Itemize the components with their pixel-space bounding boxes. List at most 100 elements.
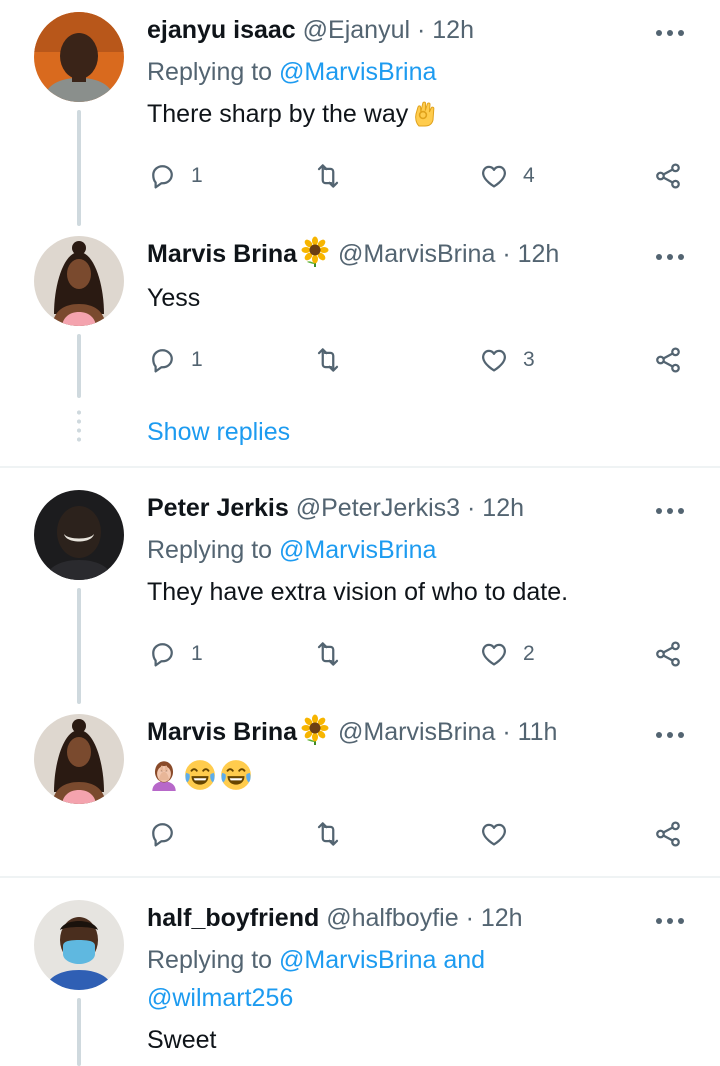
avatar[interactable] (34, 12, 124, 102)
display-name[interactable]: Peter Jerkis (147, 494, 289, 522)
user-handle[interactable]: @MarvisBrina (338, 240, 495, 268)
more-icon[interactable] (656, 508, 684, 516)
timestamp[interactable]: 12h (481, 904, 523, 932)
tweet-header: Marvis Brina @MarvisBrina · 11h (147, 714, 557, 750)
replying-to-label: Replying to (147, 58, 273, 86)
avatar[interactable] (34, 714, 124, 804)
person-facepalming-emoji (147, 758, 181, 792)
share-icon (653, 345, 683, 375)
tweet-header: ejanyu isaac @Ejanyul · 12h (147, 12, 474, 48)
tweet-header: Marvis Brina @MarvisBrina · 12h (147, 236, 559, 272)
thread-divider (0, 876, 720, 878)
thread-line (77, 998, 81, 1066)
replying-to-label: Replying to (147, 946, 273, 974)
tweet[interactable]: Peter Jerkis @PeterJerkis3 · 12h Replyin… (0, 490, 720, 706)
heart-icon (479, 819, 509, 849)
share-button[interactable] (653, 634, 683, 674)
avatar[interactable] (34, 236, 124, 326)
like-button[interactable]: 3 (479, 340, 535, 380)
reply-icon (147, 161, 177, 191)
mention-link[interactable]: @MarvisBrina (279, 946, 436, 974)
thread-divider (0, 466, 720, 468)
mention-link[interactable]: @MarvisBrina (279, 536, 436, 564)
tweet-text: Yess (147, 284, 201, 312)
user-handle[interactable]: @Ejanyul (303, 16, 410, 44)
timestamp[interactable]: 11h (518, 718, 558, 746)
tweet[interactable]: Marvis Brina @MarvisBrina · 12h Yess 1 3 (0, 236, 720, 462)
heart-icon (479, 161, 509, 191)
separator-dot: · (502, 240, 511, 268)
like-button[interactable] (479, 814, 523, 854)
reply-button[interactable] (147, 814, 191, 854)
retweet-icon (313, 161, 343, 191)
retweet-button[interactable] (313, 634, 357, 674)
thread-line (77, 110, 81, 226)
like-count: 3 (523, 348, 535, 371)
avatar[interactable] (34, 900, 124, 990)
share-button[interactable] (653, 340, 683, 380)
timestamp[interactable]: 12h (432, 16, 474, 44)
more-icon[interactable] (656, 254, 684, 262)
more-icon[interactable] (656, 30, 684, 38)
avatar[interactable] (34, 490, 124, 580)
display-name[interactable]: ejanyu isaac (147, 16, 296, 44)
tweet-emoji-text (147, 756, 255, 792)
display-name[interactable]: Marvis Brina (147, 240, 297, 268)
timestamp[interactable]: 12h (518, 240, 560, 268)
heart-icon (479, 639, 509, 669)
retweet-icon (313, 819, 343, 849)
reply-button[interactable]: 1 (147, 156, 203, 196)
separator-dot: · (465, 904, 474, 932)
mention-link[interactable]: @wilmart256 (147, 984, 293, 1012)
display-name[interactable]: Marvis Brina (147, 718, 297, 746)
more-icon[interactable] (656, 732, 684, 740)
more-icon[interactable] (656, 918, 684, 926)
thread-line (77, 588, 81, 704)
reply-count: 1 (191, 348, 203, 371)
reply-icon (147, 345, 177, 375)
tweet-text-line: There sharp by the way (147, 96, 442, 132)
share-icon (653, 819, 683, 849)
display-name[interactable]: half_boyfriend (147, 904, 319, 932)
tweet-actions: 1 3 (147, 340, 687, 380)
reply-button[interactable]: 1 (147, 634, 203, 674)
sunflower-emoji (299, 714, 331, 746)
retweet-button[interactable] (313, 814, 357, 854)
tweet-text: Sweet (147, 1026, 217, 1054)
retweet-icon (313, 639, 343, 669)
retweet-button[interactable] (313, 340, 357, 380)
user-handle[interactable]: @MarvisBrina (338, 718, 495, 746)
tweet[interactable]: ejanyu isaac @Ejanyul · 12h Replying to … (0, 12, 720, 228)
reply-button[interactable]: 1 (147, 340, 203, 380)
reply-icon (147, 639, 177, 669)
reply-count: 1 (191, 642, 203, 665)
face-with-tears-of-joy-emoji (183, 758, 217, 792)
user-handle[interactable]: @halfboyfie (326, 904, 458, 932)
tweet-text: They have extra vision of who to date. (147, 578, 569, 606)
timestamp[interactable]: 12h (482, 494, 524, 522)
tweet[interactable]: half_boyfriend @halfboyfie · 12h Replyin… (0, 900, 720, 1066)
reply-count: 1 (191, 164, 203, 187)
user-handle[interactable]: @PeterJerkis3 (296, 494, 460, 522)
share-button[interactable] (653, 814, 683, 854)
replying-and-label[interactable]: and (443, 946, 485, 974)
replying-to-line: Replying to @MarvisBrina (147, 532, 436, 568)
retweet-button[interactable] (313, 156, 357, 196)
share-button[interactable] (653, 156, 683, 196)
separator-dot: · (467, 494, 476, 522)
like-count: 2 (523, 642, 535, 665)
like-button[interactable]: 2 (479, 634, 535, 674)
ok-hand-emoji (410, 96, 442, 128)
replying-to-line-2: @wilmart256 (147, 980, 293, 1016)
reply-icon (147, 819, 177, 849)
reply-feed: ejanyu isaac @Ejanyul · 12h Replying to … (0, 0, 720, 1066)
share-icon (653, 639, 683, 669)
tweet[interactable]: Marvis Brina @MarvisBrina · 11h (0, 714, 720, 872)
show-replies-link[interactable]: Show replies (147, 414, 290, 450)
like-count: 4 (523, 164, 535, 187)
mention-link[interactable]: @MarvisBrina (279, 58, 436, 86)
separator-dot: · (417, 16, 426, 44)
tweet-text: There sharp by the way (147, 100, 409, 128)
like-button[interactable]: 4 (479, 156, 535, 196)
thread-line (77, 334, 81, 398)
